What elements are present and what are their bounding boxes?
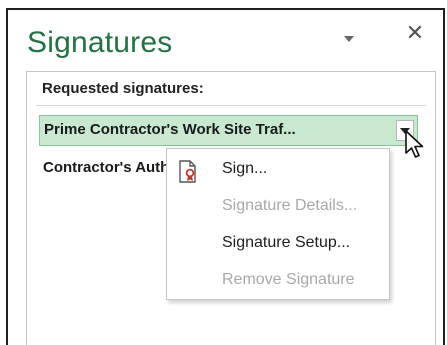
- menu-item-sign[interactable]: Sign...: [222, 157, 267, 181]
- mouse-pointer-icon: [405, 130, 424, 158]
- menu-item-signature-setup[interactable]: Signature Setup...: [222, 231, 350, 255]
- menu-item-remove-signature: Remove Signature: [222, 271, 355, 288]
- section-divider: [36, 105, 426, 106]
- signature-item-label: Prime Contractor's Work Site Traf...: [44, 121, 296, 138]
- requested-signature-item[interactable]: Contractor's Authorized Representative: [43, 159, 173, 181]
- chevron-down-icon[interactable]: [342, 33, 358, 45]
- pane-title: Signatures: [27, 26, 173, 59]
- signature-context-menu: Sign... Signature Details... Signature S…: [166, 148, 390, 300]
- requested-signatures-label: Requested signatures:: [42, 80, 204, 97]
- signature-document-icon: [179, 160, 196, 183]
- close-icon[interactable]: ✕: [405, 22, 425, 44]
- menu-item-signature-details: Signature Details...: [222, 197, 358, 214]
- requested-signature-item-selected[interactable]: Prime Contractor's Work Site Traf...: [39, 115, 418, 146]
